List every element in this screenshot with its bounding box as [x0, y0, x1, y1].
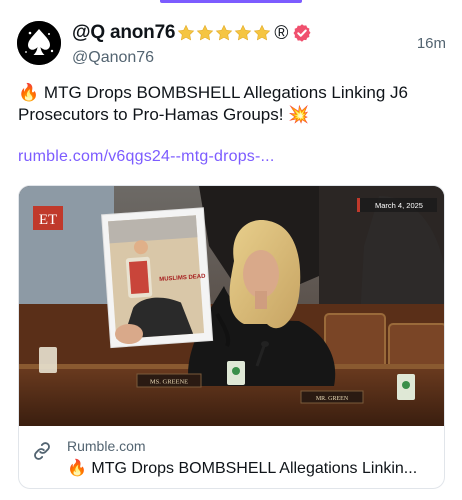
- post-text: MTG Drops BOMBSHELL Allegations Linking …: [18, 83, 408, 124]
- verified-badge-icon[interactable]: [292, 23, 312, 43]
- author-names: @Q anon76 ® @Qanon76: [72, 20, 312, 67]
- star-icon: [197, 24, 214, 41]
- post-header: @Q anon76 ® @Qanon76 16m: [17, 16, 446, 68]
- video-thumbnail[interactable]: MUSLIMS DEAD ET March 4, 2025 MS. GREENE…: [19, 186, 444, 426]
- star-icon: [235, 24, 252, 41]
- top-tab-indicator: [160, 0, 302, 3]
- link-preview-card[interactable]: MUSLIMS DEAD ET March 4, 2025 MS. GREENE…: [18, 185, 445, 489]
- collision-emoji: 💥: [288, 105, 310, 124]
- nameplate-right: MR. GREEN: [316, 396, 349, 402]
- link-chain-icon: [34, 442, 50, 460]
- link-title[interactable]: 🔥 MTG Drops BOMBSHELL Allegations Linkin…: [67, 458, 417, 478]
- post-card[interactable]: @Q anon76 ® @Qanon76 16m 🔥 MTG Drops BOM…: [0, 0, 462, 500]
- avatar[interactable]: [17, 21, 61, 65]
- registered-icon: ®: [274, 22, 289, 44]
- video-date: March 4, 2025: [375, 201, 423, 210]
- avatar-spade-icon: [17, 21, 61, 65]
- link-domain: Rumble.com: [67, 438, 146, 454]
- star-icon: [216, 24, 233, 41]
- display-name[interactable]: @Q anon76: [72, 22, 176, 44]
- link-title-text: MTG Drops BOMBSHELL Allegations Linkin..…: [91, 460, 418, 477]
- display-name-row: @Q anon76 ®: [72, 20, 312, 46]
- link-meta[interactable]: Rumble.com 🔥 MTG Drops BOMBSHELL Allegat…: [19, 426, 444, 488]
- nameplate-left: MS. GREENE: [150, 379, 188, 386]
- video-badge: ET: [39, 212, 57, 228]
- post-link[interactable]: rumble.com/v6qgs24--mtg-drops-...: [18, 148, 274, 166]
- post-timestamp[interactable]: 16m: [417, 35, 446, 52]
- author-handle[interactable]: @Qanon76: [72, 49, 312, 67]
- fire-emoji: 🔥: [67, 460, 87, 477]
- star-icon: [178, 24, 195, 41]
- post-body: 🔥 MTG Drops BOMBSHELL Allegations Linkin…: [18, 82, 442, 126]
- star-rating: [177, 24, 272, 42]
- video-thumbnail-image: MUSLIMS DEAD ET March 4, 2025 MS. GREENE…: [19, 186, 444, 426]
- star-icon: [254, 24, 271, 41]
- fire-emoji: 🔥: [18, 83, 40, 102]
